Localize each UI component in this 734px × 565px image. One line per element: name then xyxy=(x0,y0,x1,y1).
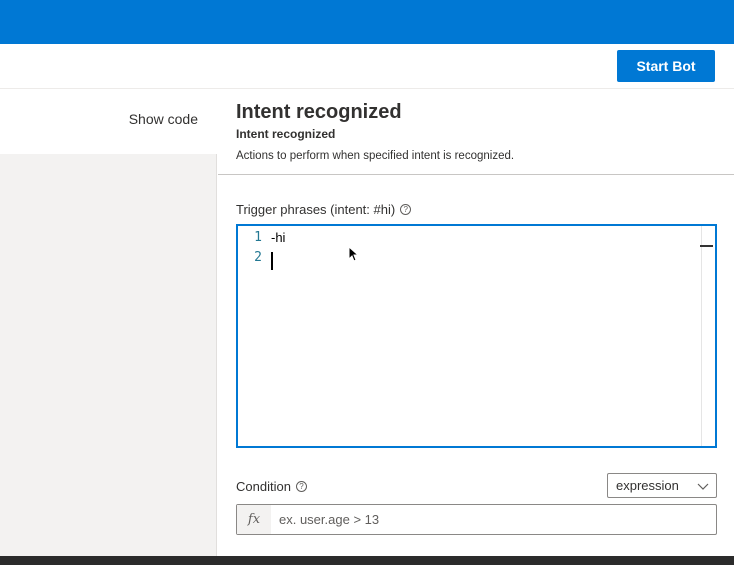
left-pane: Show code xyxy=(0,89,217,556)
help-icon[interactable]: ? xyxy=(295,481,307,492)
condition-input-placeholder[interactable]: ex. user.age > 13 xyxy=(279,512,379,527)
line-text: -hi xyxy=(271,230,286,245)
panel-description: Actions to perform when specified intent… xyxy=(236,150,515,162)
line-number: 2 xyxy=(254,250,262,265)
editor-line: 1 -hi xyxy=(238,230,698,250)
text-cursor xyxy=(271,252,273,270)
start-bot-button[interactable]: Start Bot xyxy=(617,50,715,82)
top-header-bar xyxy=(0,0,734,44)
trigger-phrases-label: Trigger phrases (intent: #hi) ? xyxy=(236,202,412,217)
panel-divider xyxy=(218,174,734,175)
condition-label: Condition ? xyxy=(236,479,307,494)
condition-mode-dropdown[interactable]: expression xyxy=(607,473,717,498)
mouse-pointer-icon xyxy=(348,246,358,262)
editor-scrollbar[interactable] xyxy=(700,226,715,446)
chevron-down-icon xyxy=(697,483,709,490)
panel-subtitle: Intent recognized xyxy=(236,127,336,141)
panel-title: Intent recognized xyxy=(236,101,402,123)
fx-icon: fx xyxy=(237,505,271,534)
trigger-phrases-editor[interactable]: 1 -hi 2 xyxy=(236,224,717,448)
condition-label-text: Condition xyxy=(236,479,291,494)
show-code-toggle[interactable]: Show code xyxy=(129,111,198,127)
editor-line: 2 xyxy=(238,250,698,270)
properties-panel: Intent recognized Intent recognized Acti… xyxy=(218,89,734,556)
condition-expression-field[interactable]: fx ex. user.age > 13 xyxy=(236,504,717,535)
toolbar: Start Bot xyxy=(0,44,734,89)
help-icon[interactable]: ? xyxy=(400,204,412,215)
line-number: 1 xyxy=(254,230,262,245)
dropdown-selected-value: expression xyxy=(616,478,679,493)
trigger-phrases-label-text: Trigger phrases (intent: #hi) xyxy=(236,202,396,217)
left-pane-header: Show code xyxy=(0,89,217,154)
bottom-status-bar xyxy=(0,556,734,565)
scrollbar-marker xyxy=(700,245,713,247)
